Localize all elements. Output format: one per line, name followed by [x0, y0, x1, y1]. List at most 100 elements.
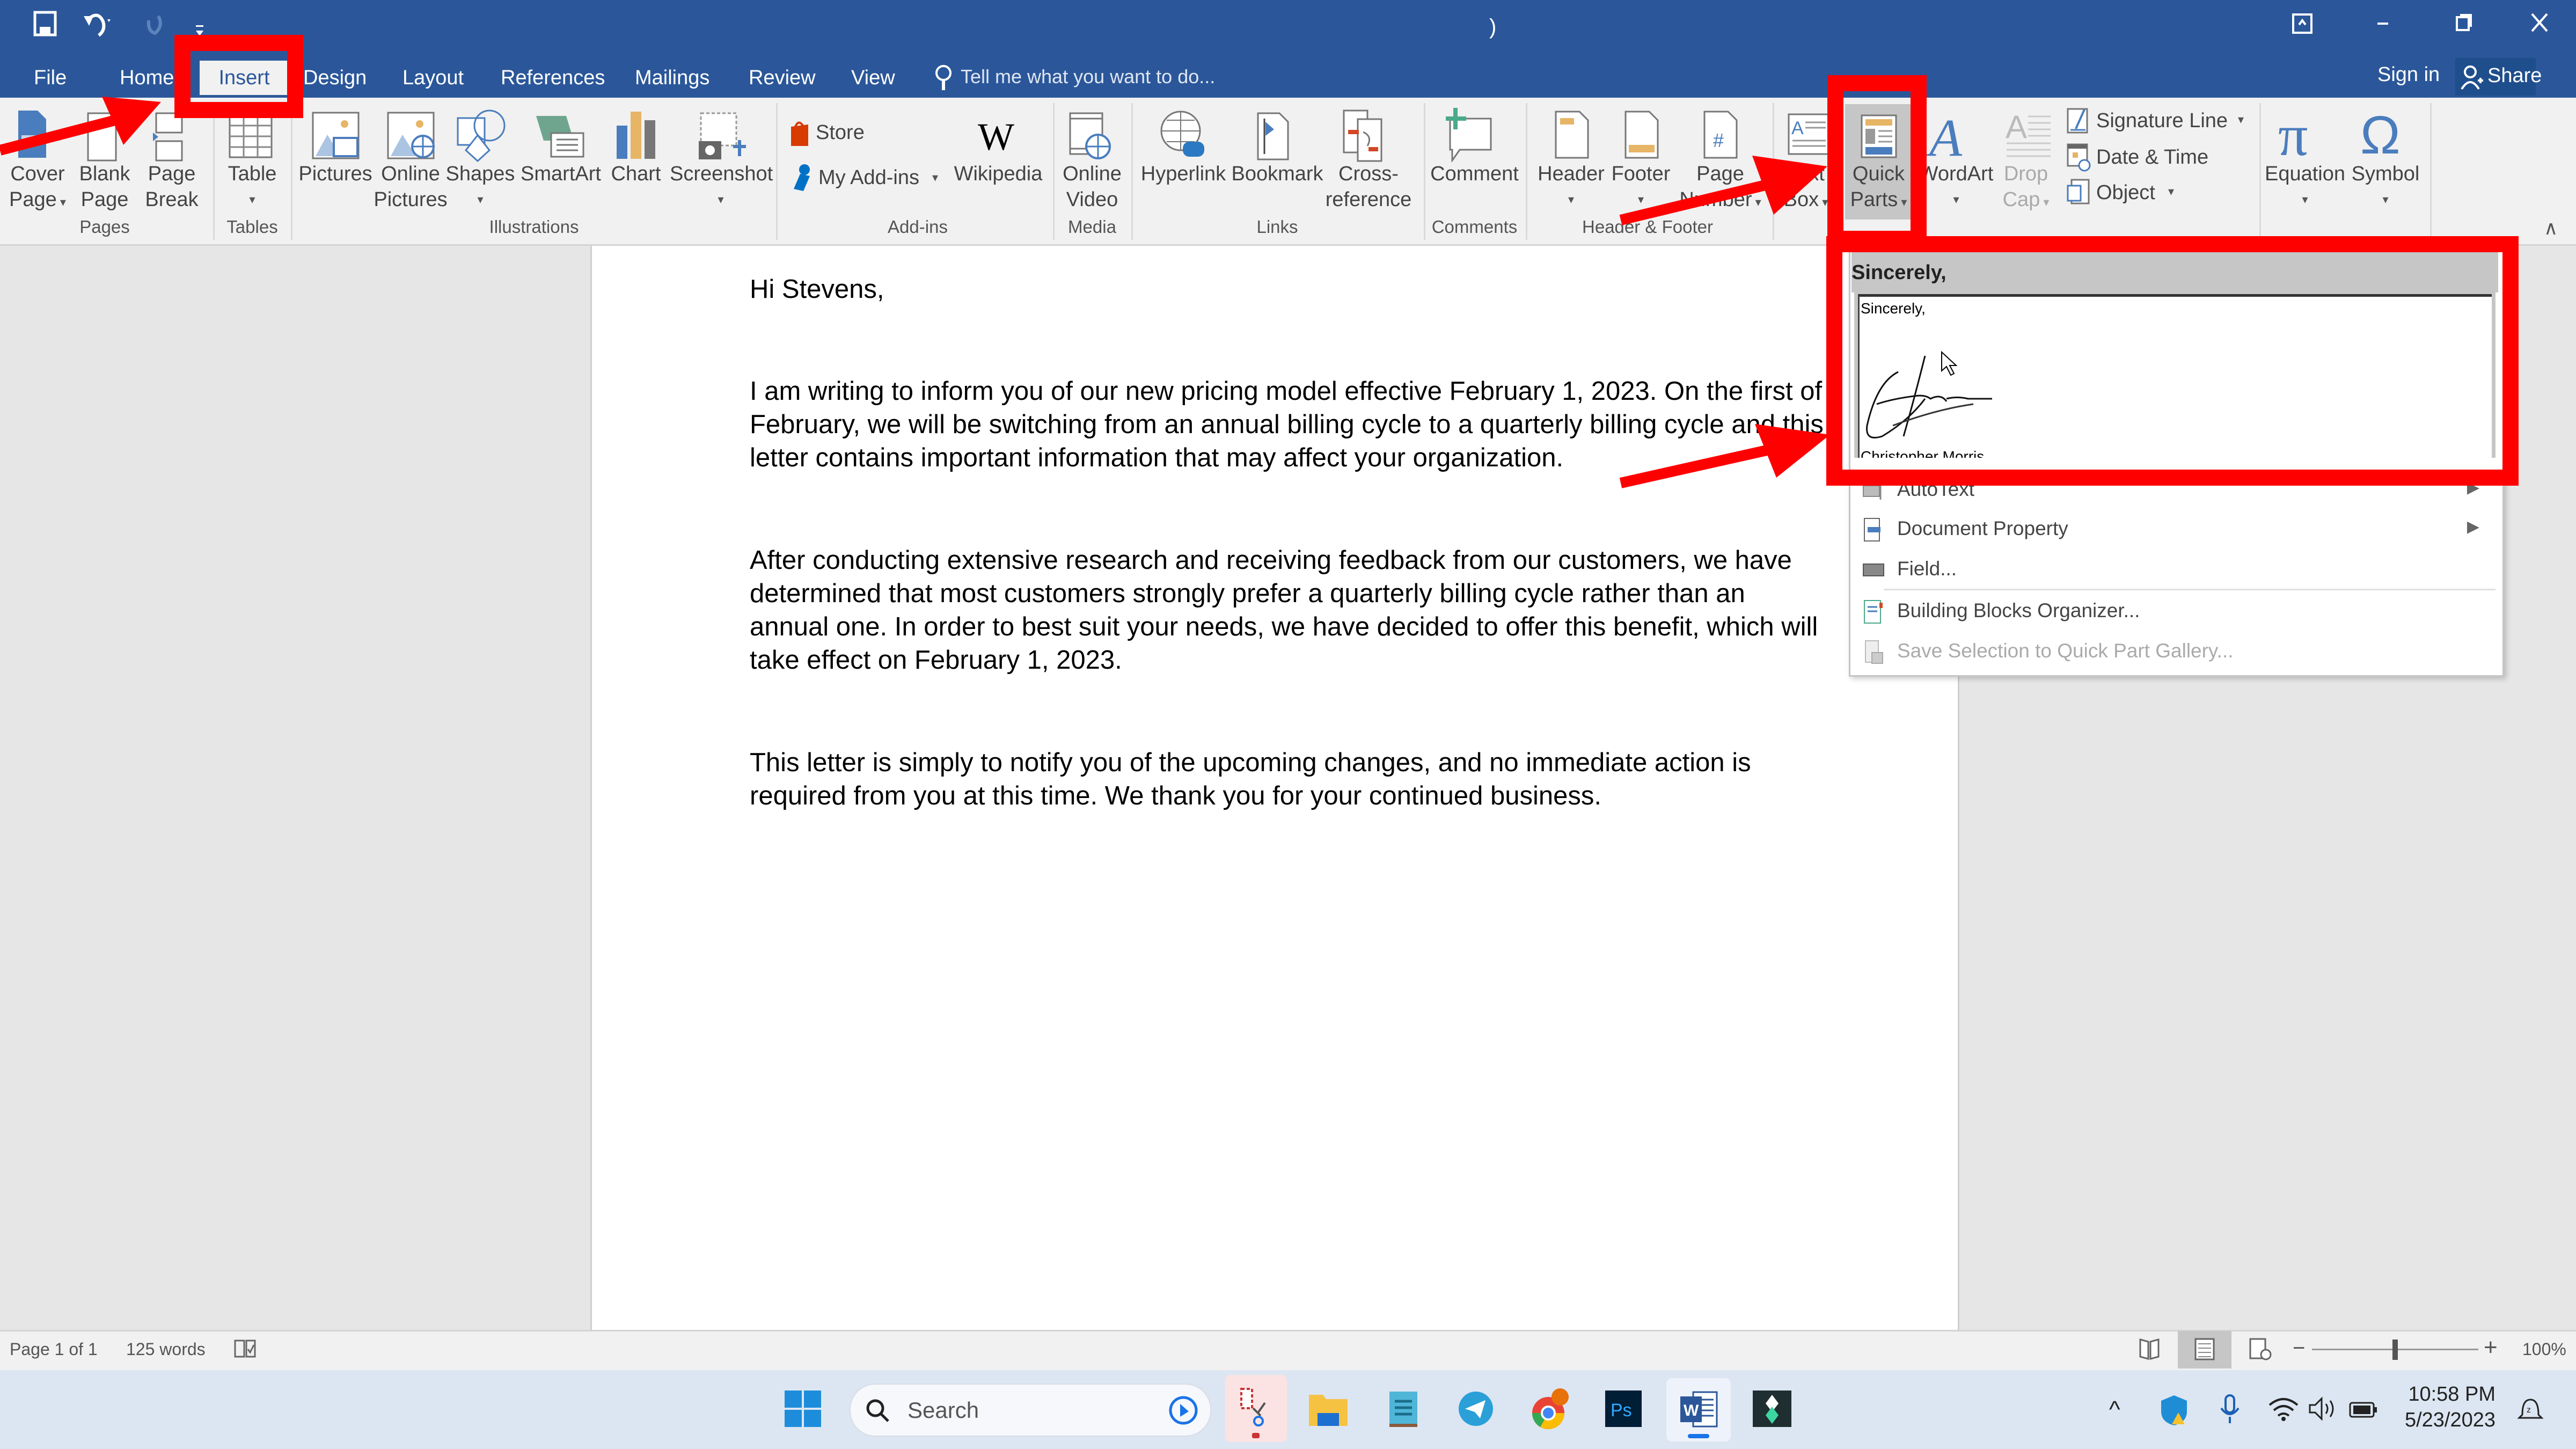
restore-icon[interactable]: [2453, 12, 2474, 39]
group-label-illustrations: Illustrations: [489, 217, 579, 237]
volume-icon[interactable]: [2308, 1395, 2340, 1425]
page-count[interactable]: Page 1 of 1: [10, 1340, 98, 1359]
sign-in-link[interactable]: Sign in: [2377, 63, 2440, 86]
taskbar: [0, 1370, 2576, 1449]
title-bar: [0, 0, 2576, 56]
clock-date[interactable]: 5/23/2023: [2399, 1409, 2496, 1432]
smartart-button[interactable]: SmartArt: [518, 161, 604, 187]
tab-references[interactable]: References: [496, 61, 609, 95]
header-button[interactable]: Header ▾: [1535, 161, 1607, 213]
menu-separator: [1884, 589, 2496, 590]
table-button[interactable]: Table ▾: [220, 161, 284, 213]
telegram-icon[interactable]: [1454, 1387, 1497, 1430]
group-label-pages: Pages: [79, 217, 130, 237]
show-hidden-icons[interactable]: ^: [2109, 1396, 2120, 1423]
shapes-label: Shapes: [445, 163, 515, 185]
wordart-icon: A: [1929, 108, 1963, 167]
date-time-label: Date & Time: [2096, 146, 2209, 169]
online-pictures-button[interactable]: Online Pictures: [373, 161, 448, 213]
online-video-label-2: Video: [1066, 188, 1118, 211]
annotation-arrow-quick-parts: [1619, 156, 1827, 225]
online-pictures-icon: [386, 111, 437, 167]
hyperlink-button[interactable]: Hyperlink: [1135, 161, 1232, 187]
group-separator: [776, 103, 778, 240]
annotation-arrow-insert: [0, 97, 161, 156]
symbol-label: Symbol: [2351, 163, 2420, 185]
file-explorer-icon[interactable]: [1307, 1387, 1350, 1430]
taskbar-search[interactable]: Search: [850, 1384, 1211, 1437]
bookmark-icon: [1256, 111, 1293, 165]
word-count[interactable]: 125 words: [126, 1340, 206, 1359]
wikipedia-label: Wikipedia: [954, 163, 1043, 185]
online-video-button[interactable]: Online Video: [1055, 161, 1130, 213]
close-icon[interactable]: [2528, 11, 2551, 40]
chrome-icon[interactable]: [1527, 1387, 1570, 1430]
filmora-icon[interactable]: [1751, 1387, 1794, 1430]
windows-start-icon[interactable]: [782, 1387, 825, 1430]
comment-icon: [1444, 106, 1495, 165]
screenshot-button[interactable]: Screenshot ▾: [670, 161, 773, 213]
menu-item-building-blocks-organizer[interactable]: Building Blocks Organizer...: [1851, 592, 2496, 632]
snipping-tool-icon: [1240, 1388, 1266, 1426]
symbol-button[interactable]: Symbol ▾: [2345, 161, 2426, 213]
proofing-icon[interactable]: [233, 1338, 257, 1363]
annotation-box-quick-parts: [1827, 75, 1927, 247]
save-icon[interactable]: [33, 11, 57, 42]
web-layout-icon[interactable]: [2249, 1337, 2272, 1364]
document-property-icon: [1861, 517, 1886, 542]
clock-time[interactable]: 10:58 PM: [2404, 1383, 2496, 1406]
tab-view[interactable]: View: [847, 61, 899, 95]
zoom-level[interactable]: 100%: [2522, 1340, 2566, 1359]
tab-review[interactable]: Review: [744, 61, 820, 95]
taskbar-app-word[interactable]: W: [1666, 1378, 1731, 1441]
equation-button[interactable]: Equation ▾: [2262, 161, 2348, 213]
group-label-tables: Tables: [226, 217, 278, 237]
comment-button[interactable]: Comment: [1428, 161, 1521, 187]
zoom-slider[interactable]: [2312, 1340, 2478, 1360]
menu-item-document-property[interactable]: Document Property ▶: [1851, 510, 2496, 550]
document-paragraph: This letter is simply to notify you of t…: [750, 748, 1751, 810]
photoshop-icon[interactable]: Ps: [1602, 1387, 1645, 1430]
menu-item-field[interactable]: Field...: [1851, 550, 2496, 590]
notification-bell-icon[interactable]: z: [2517, 1393, 2544, 1428]
wikipedia-button[interactable]: Wikipedia: [950, 161, 1046, 187]
tab-layout[interactable]: Layout: [398, 61, 468, 95]
wifi-icon[interactable]: [2267, 1395, 2300, 1425]
cross-reference-button[interactable]: Cross- reference: [1320, 161, 1417, 213]
tab-file[interactable]: File: [30, 61, 71, 95]
undo-icon[interactable]: [82, 10, 114, 43]
collapse-ribbon-icon[interactable]: ∧: [2544, 217, 2558, 239]
my-addins-label: My Add-ins: [818, 166, 919, 189]
read-mode-icon[interactable]: [2139, 1337, 2160, 1364]
windows-security-icon[interactable]: [2160, 1394, 2189, 1429]
tab-home[interactable]: Home: [115, 61, 178, 95]
taskbar-app-snipping-tool[interactable]: [1225, 1375, 1287, 1442]
object-label: Object: [2096, 181, 2155, 204]
hyperlink-label: Hyperlink: [1140, 163, 1226, 185]
microphone-icon[interactable]: [2219, 1393, 2241, 1428]
shapes-button[interactable]: Shapes ▾: [445, 161, 515, 213]
smartart-label: SmartArt: [521, 163, 601, 185]
cross-reference-label-1: Cross-: [1338, 163, 1399, 185]
pictures-button[interactable]: Pictures: [298, 161, 373, 187]
svg-text:z: z: [2527, 1406, 2531, 1415]
notepad-icon[interactable]: [1382, 1387, 1425, 1430]
bookmark-button[interactable]: Bookmark: [1229, 161, 1326, 187]
group-separator: [2430, 103, 2432, 240]
ribbon-display-options-icon[interactable]: [2292, 13, 2313, 40]
minimize-icon[interactable]: [2372, 12, 2394, 39]
battery-icon[interactable]: [2348, 1395, 2380, 1425]
print-layout-button[interactable]: [2178, 1331, 2231, 1368]
date-time-icon: [2066, 143, 2092, 175]
drop-cap-label-2: Cap: [2002, 188, 2040, 211]
shapes-icon: [456, 108, 510, 165]
chart-button[interactable]: Chart: [604, 161, 668, 187]
zoom-out-button[interactable]: −: [2293, 1336, 2305, 1360]
tab-mailings[interactable]: Mailings: [631, 61, 714, 95]
wordart-button[interactable]: WordArt ▾: [1916, 161, 1996, 213]
zoom-slider-thumb[interactable]: [2392, 1340, 2398, 1360]
tell-me-search[interactable]: Tell me what you want to do...: [961, 65, 1215, 88]
zoom-in-button[interactable]: +: [2484, 1334, 2498, 1361]
share-button[interactable]: Share: [2455, 58, 2542, 96]
tab-design[interactable]: Design: [299, 61, 371, 95]
